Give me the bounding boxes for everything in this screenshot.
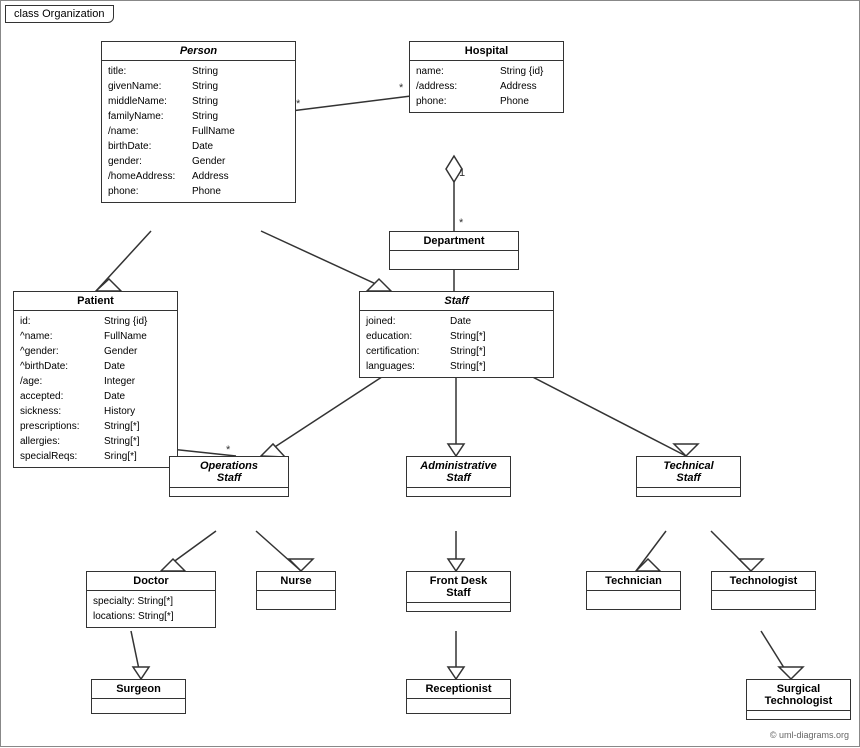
nurse-body <box>257 591 335 609</box>
surgical-technologist-body <box>747 711 850 719</box>
patient-header: Patient <box>14 292 177 311</box>
class-technical-staff: TechnicalStaff <box>636 456 741 497</box>
class-technologist: Technologist <box>711 571 816 610</box>
doctor-body: specialty: String[*] locations: String[*… <box>87 591 215 627</box>
surgical-technologist-header: SurgicalTechnologist <box>747 680 850 711</box>
technical-staff-body <box>637 488 740 496</box>
receptionist-body <box>407 699 510 713</box>
svg-text:*: * <box>226 444 231 456</box>
operations-staff-body <box>170 488 288 496</box>
class-patient: Patient id:String {id} ^name:FullName ^g… <box>13 291 178 468</box>
class-technician: Technician <box>586 571 681 610</box>
copyright: © uml-diagrams.org <box>770 730 849 740</box>
receptionist-header: Receptionist <box>407 680 510 699</box>
technician-body <box>587 591 680 609</box>
class-person: Person title:String givenName:String mid… <box>101 41 296 203</box>
class-staff: Staff joined:Date education:String[*] ce… <box>359 291 554 378</box>
operations-staff-header: OperationsStaff <box>170 457 288 488</box>
hospital-body: name:String {id} /address:Address phone:… <box>410 61 563 112</box>
class-doctor: Doctor specialty: String[*] locations: S… <box>86 571 216 628</box>
class-administrative-staff: AdministrativeStaff <box>406 456 511 497</box>
diagram-container: class Organization * * 1 * 1 * * * <box>0 0 860 747</box>
technician-header: Technician <box>587 572 680 591</box>
staff-body: joined:Date education:String[*] certific… <box>360 311 553 377</box>
hospital-header: Hospital <box>410 42 563 61</box>
class-receptionist: Receptionist <box>406 679 511 714</box>
class-nurse: Nurse <box>256 571 336 610</box>
surgeon-header: Surgeon <box>92 680 185 699</box>
doctor-header: Doctor <box>87 572 215 591</box>
staff-header: Staff <box>360 292 553 311</box>
class-department: Department <box>389 231 519 270</box>
technical-staff-header: TechnicalStaff <box>637 457 740 488</box>
front-desk-staff-header: Front DeskStaff <box>407 572 510 603</box>
administrative-staff-header: AdministrativeStaff <box>407 457 510 488</box>
person-body: title:String givenName:String middleName… <box>102 61 295 202</box>
svg-text:*: * <box>399 82 404 94</box>
technologist-body <box>712 591 815 609</box>
nurse-header: Nurse <box>257 572 335 591</box>
person-header: Person <box>102 42 295 61</box>
svg-text:*: * <box>459 217 464 229</box>
department-header: Department <box>390 232 518 251</box>
class-surgical-technologist: SurgicalTechnologist <box>746 679 851 720</box>
svg-text:1: 1 <box>459 167 465 179</box>
surgeon-body <box>92 699 185 713</box>
front-desk-staff-body <box>407 603 510 611</box>
class-operations-staff: OperationsStaff <box>169 456 289 497</box>
class-surgeon: Surgeon <box>91 679 186 714</box>
class-hospital: Hospital name:String {id} /address:Addre… <box>409 41 564 113</box>
class-front-desk-staff: Front DeskStaff <box>406 571 511 612</box>
department-body <box>390 251 518 269</box>
technologist-header: Technologist <box>712 572 815 591</box>
patient-body: id:String {id} ^name:FullName ^gender:Ge… <box>14 311 177 467</box>
diagram-title: class Organization <box>5 5 114 23</box>
svg-text:*: * <box>296 98 301 110</box>
administrative-staff-body <box>407 488 510 496</box>
